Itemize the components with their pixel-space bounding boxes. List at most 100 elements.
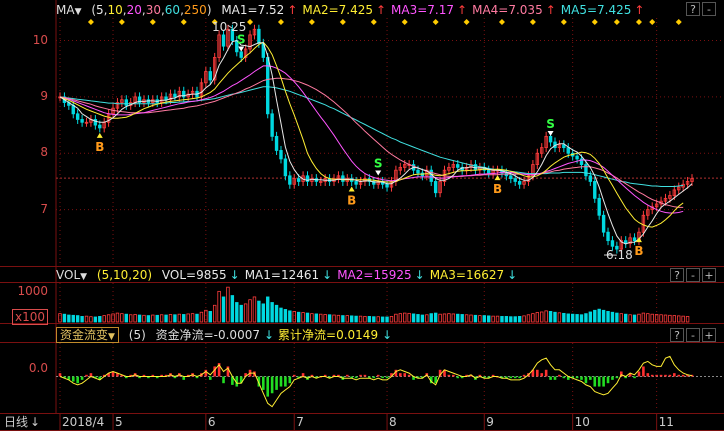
candle [416, 169, 420, 174]
volume-bar [588, 311, 593, 323]
ma3-line [59, 65, 684, 214]
period-selector[interactable]: 日线 ↓ [4, 414, 40, 430]
candle [98, 124, 102, 129]
vol-params: (5,10,20) [96, 268, 153, 282]
volume-bar [513, 316, 517, 323]
event-diamond-icon [675, 19, 682, 25]
zoom-in-button[interactable]: + [702, 268, 716, 282]
sell-arrow-icon [375, 170, 382, 176]
arrow-up-icon: ↑ [287, 3, 298, 17]
flow-bar [359, 374, 362, 377]
volume-bar [624, 313, 628, 323]
volume-bar [305, 312, 310, 323]
volume-bar [637, 313, 641, 323]
volume-bar [67, 314, 71, 323]
help-button[interactable]: ? [670, 268, 684, 282]
volume-bar [133, 314, 137, 323]
volume-bar [495, 315, 500, 323]
volume-bar [186, 313, 190, 323]
event-diamond-icon [649, 19, 656, 25]
flow-bar [58, 373, 62, 377]
volume-bar [646, 313, 650, 323]
vol-indicator-name[interactable]: VOL [56, 268, 80, 282]
volume-bar [584, 313, 588, 323]
flow-bar [385, 376, 389, 379]
event-diamond-icon [87, 19, 94, 25]
volume-bar [310, 313, 314, 323]
volume-bar [575, 314, 579, 323]
chart-canvas[interactable]: B S B S B S B [0, 0, 724, 431]
volume-bar [243, 303, 248, 323]
candle [456, 164, 460, 168]
help-button[interactable]: ? [686, 2, 700, 16]
volume-bar [442, 313, 447, 323]
zoom-out-button[interactable]: - [686, 328, 700, 342]
zoom-out-button[interactable]: - [702, 2, 716, 16]
candle [75, 113, 80, 120]
volume-bar [248, 299, 252, 323]
volume-bar [226, 286, 230, 323]
arrow-down-icon: ↓ [30, 415, 41, 429]
zoom-in-button[interactable]: + [702, 328, 716, 342]
volume-bar [168, 314, 173, 323]
candle [509, 175, 513, 180]
flow-bar [80, 376, 84, 380]
flow-bar [279, 376, 283, 387]
zoom-out-button[interactable]: - [686, 268, 700, 282]
volume-bar [164, 314, 168, 323]
volume-bar [102, 315, 106, 323]
event-diamond-icon [339, 19, 346, 25]
volume-bar [146, 315, 151, 323]
ma-indicator-name[interactable]: MA [56, 3, 75, 17]
candle [606, 231, 610, 242]
volume-bar [239, 304, 243, 323]
volume-bar [89, 316, 93, 323]
volume-bar [557, 312, 562, 323]
help-button[interactable]: ? [670, 328, 684, 342]
volume-bar [597, 308, 601, 323]
flow-bar [513, 376, 517, 379]
volume-bar [672, 315, 677, 323]
flow-bar [182, 376, 186, 380]
flow-bar [71, 376, 75, 382]
high-price-label: 10.25 [212, 20, 247, 34]
candle [610, 240, 615, 247]
flow-bar [399, 373, 402, 377]
volume-bar [124, 313, 128, 323]
volume-bar [212, 304, 217, 323]
ma-legend: MA▼ (5,10,20,30,60,250) MA1=7.52 ↑ MA2=7.4… [56, 2, 649, 18]
triangle-down-icon[interactable]: ▼ [75, 7, 82, 17]
candle [283, 158, 288, 177]
vol-y-tick: 1000 [17, 284, 48, 298]
flow-indicator-selector[interactable]: 资金流变▼ [56, 327, 119, 343]
candle [173, 93, 177, 98]
flow-bar [540, 373, 544, 377]
ma-value: MA2=7.425 [302, 3, 373, 17]
triangle-down-icon[interactable]: ▼ [80, 272, 87, 282]
candle [513, 178, 517, 182]
candle [584, 164, 588, 177]
flow-bar [270, 376, 274, 394]
volume-bar [566, 313, 570, 323]
flow-bar [549, 376, 552, 380]
volume-bar [535, 312, 540, 323]
event-diamond-icon [560, 19, 567, 25]
volume-bar [685, 316, 690, 323]
volume-bar [327, 314, 332, 323]
flow-bar [606, 376, 610, 384]
volume-bar [195, 313, 199, 323]
flow-bar [85, 374, 88, 377]
volume-bar [473, 314, 478, 323]
buy-signal: B [347, 193, 356, 207]
flow-bar [345, 374, 349, 377]
event-diamond-icon [370, 19, 377, 25]
volume-bar [425, 314, 429, 323]
triangle-down-icon: ▼ [108, 332, 115, 342]
candle [433, 181, 438, 194]
flow-bar [597, 376, 601, 387]
volume-bar [204, 309, 208, 323]
volume-bar [398, 313, 403, 323]
ma-param: 30 [145, 3, 161, 17]
flow-bar [593, 376, 597, 387]
flow-bar [292, 374, 296, 377]
